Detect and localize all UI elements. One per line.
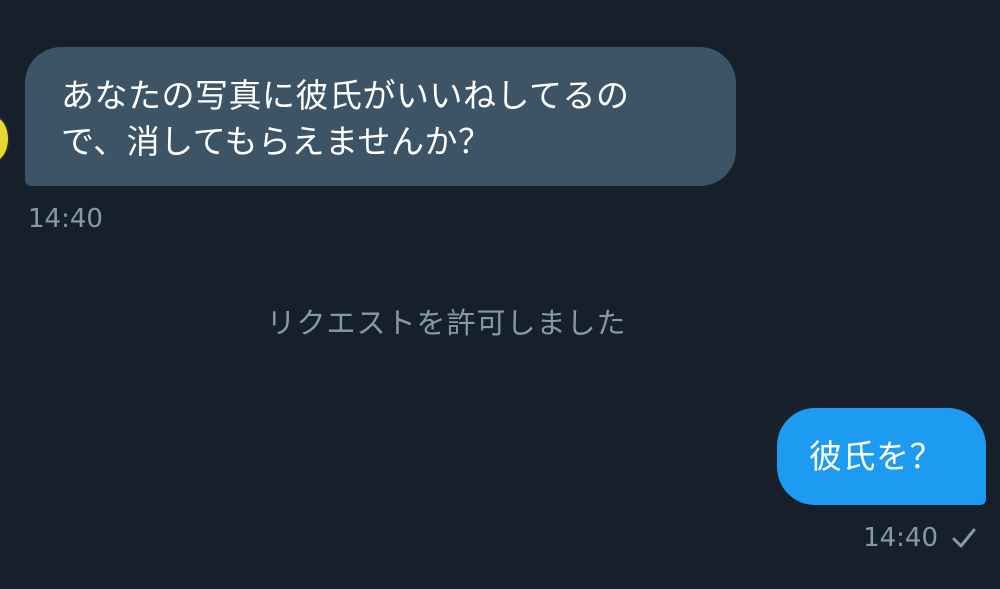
outgoing-message-timestamp: 14:40 [863, 523, 938, 553]
incoming-message-line-1: あなたの写真に彼氏がいいねしてるの [61, 76, 630, 115]
outgoing-message-bubble[interactable]: 彼氏を？ [777, 408, 986, 505]
incoming-message-line-2: で、消してもらえませんか？ [61, 122, 492, 161]
checkmark-icon [952, 528, 976, 548]
sender-avatar[interactable] [0, 115, 10, 163]
outgoing-message-text: 彼氏を？ [809, 437, 943, 476]
system-notice: リクエストを許可しました [266, 306, 627, 340]
incoming-message-timestamp: 14:40 [28, 204, 103, 234]
incoming-message-bubble[interactable]: あなたの写真に彼氏がいいねしてるの で、消してもらえませんか？ [25, 47, 736, 186]
dm-conversation: あなたの写真に彼氏がいいねしてるの で、消してもらえませんか？ 14:40 リク… [0, 0, 1000, 589]
outgoing-message-meta: 14:40 [863, 522, 978, 554]
